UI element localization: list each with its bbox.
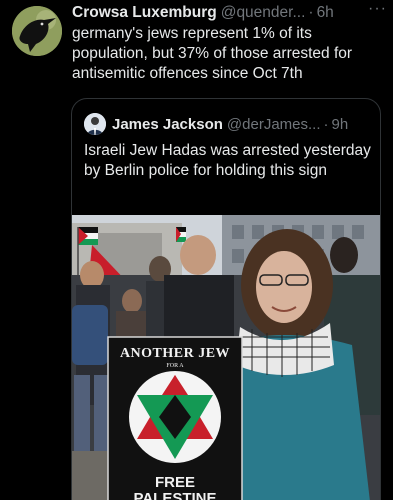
quoted-author-handle[interactable]: @derJames... (227, 116, 321, 133)
protest-photo: ANOTHER JEW FOR A FREE PALESTINE (72, 215, 380, 500)
quoted-author-name[interactable]: James Jackson (112, 116, 223, 133)
tweet-photo[interactable]: ANOTHER JEW FOR A FREE PALESTINE (72, 215, 380, 500)
quoted-tweet-card[interactable]: James Jackson @derJames... · 9h Israeli … (71, 98, 381, 500)
sign-line-1: ANOTHER JEW (120, 346, 230, 361)
tweet-time[interactable]: 6h (317, 4, 334, 22)
quoted-tweet-text: Israeli Jew Hadas was arrested yesterday… (84, 142, 371, 179)
more-options-icon[interactable]: ··· (368, 0, 387, 18)
author-avatar[interactable] (12, 6, 62, 56)
author-handle[interactable]: @quender... (221, 4, 306, 22)
protest-sign: ANOTHER JEW FOR A FREE PALESTINE (107, 336, 243, 500)
author-name[interactable]: Crowsa Luxemburg (72, 4, 217, 22)
sign-line-3a: FREE (155, 474, 195, 491)
quoted-tweet-time[interactable]: 9h (332, 116, 349, 133)
sign-line-2: FOR A (166, 363, 184, 369)
tweet-text: germany's jews represent 1% of its popul… (72, 25, 353, 82)
crow-avatar-icon (12, 6, 62, 56)
person-avatar-icon (84, 113, 106, 135)
separator-dot: · (308, 4, 314, 21)
quoted-author-avatar[interactable] (84, 113, 106, 135)
separator-dot: · (323, 115, 329, 133)
tweet-header: Crowsa Luxemburg @quender... · 6h (72, 2, 385, 24)
sign-line-3b: PALESTINE (133, 490, 216, 500)
quoted-tweet-header: James Jackson @derJames... · 9h (84, 113, 370, 135)
